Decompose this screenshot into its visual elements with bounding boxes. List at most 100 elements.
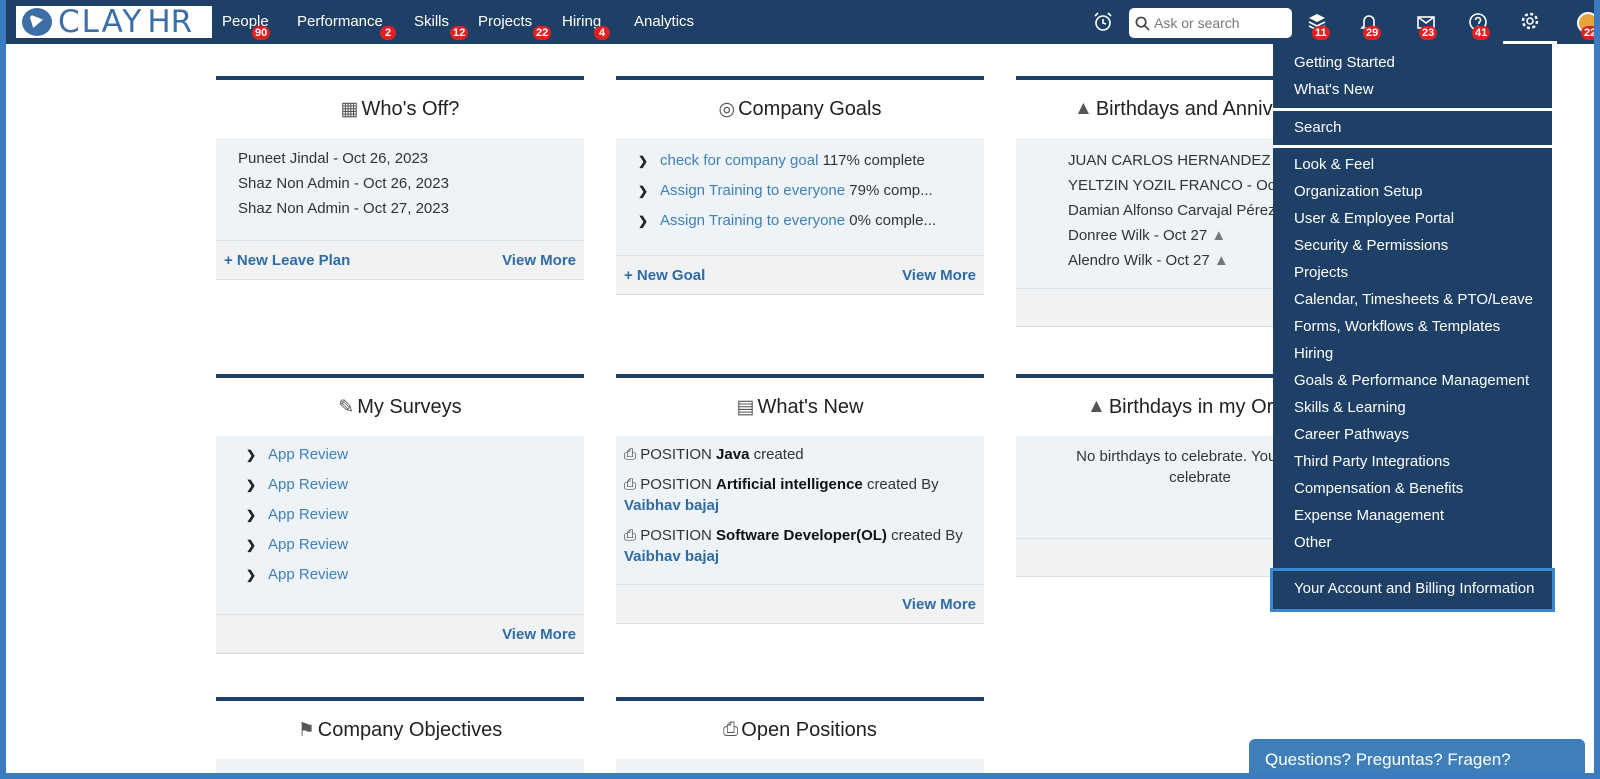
nav-performance-badge: 2 — [380, 26, 396, 40]
learning-badge: 11 — [1312, 26, 1330, 40]
company-objectives-title: ⚑ Company Objectives — [216, 701, 584, 759]
new-leave-plan-link[interactable]: + New Leave Plan — [224, 252, 350, 269]
clipboard-icon: ⎙ — [624, 527, 637, 544]
whos-off-item: Shaz Non Admin - Oct 27, 2023 — [238, 200, 449, 217]
menu-item-organization-setup[interactable]: Organization Setup — [1294, 183, 1422, 200]
cake-icon: ▲ — [1211, 227, 1227, 244]
open-positions-title-text: Open Positions — [741, 718, 877, 741]
avatar-badge: 22 — [1581, 26, 1600, 40]
clayhr-logo[interactable]: CLAY HR — [16, 4, 212, 40]
alarm-clock-icon[interactable] — [1091, 11, 1115, 35]
search-input[interactable] — [1154, 15, 1284, 31]
survey-item[interactable]: ❯ App Review — [238, 500, 562, 530]
company-objectives-card: ⚑ Company Objectives — [216, 697, 584, 779]
clipboard-icon: ⎙ — [624, 476, 637, 493]
nav-analytics[interactable]: Analytics — [634, 13, 694, 30]
survey-item[interactable]: ❯ App Review — [238, 440, 562, 470]
menu-item-career-pathways[interactable]: Career Pathways — [1294, 426, 1409, 443]
target-icon: ◎ — [718, 98, 736, 120]
search-icon — [1135, 16, 1150, 31]
cake-icon: ▲ — [1213, 252, 1229, 269]
whos-off-item: Shaz Non Admin - Oct 26, 2023 — [238, 175, 449, 192]
view-more-link[interactable]: View More — [502, 626, 576, 643]
menu-item-security-permissions[interactable]: Security & Permissions — [1294, 237, 1448, 254]
whats-new-item: ⎙ POSITION Software Developer(OL) create… — [624, 527, 963, 565]
nav-hiring-badge: 4 — [594, 26, 610, 40]
clipboard-icon: ⎙ — [723, 719, 739, 740]
whats-new-title-text: What's New — [757, 395, 864, 418]
whats-new-title: ▤ What's New — [616, 378, 984, 436]
cake-icon: ▲ — [1074, 98, 1093, 119]
chevron-right-icon: ❯ — [246, 448, 257, 462]
my-surveys-title-text: My Surveys — [357, 395, 462, 418]
open-positions-title: ⎙ Open Positions — [616, 701, 984, 759]
menu-item-calendar-timesheets[interactable]: Calendar, Timesheets & PTO/Leave — [1294, 291, 1533, 308]
menu-divider — [1273, 108, 1552, 111]
survey-item[interactable]: ❯ App Review — [238, 530, 562, 560]
menu-item-look-feel[interactable]: Look & Feel — [1294, 156, 1374, 173]
view-more-link[interactable]: View More — [502, 252, 576, 269]
menu-divider — [1273, 145, 1552, 148]
help-chat-bar[interactable]: Questions? Preguntas? Fragen? — [1249, 739, 1585, 779]
goal-item[interactable]: ❯ check for company goal 117% complete — [638, 146, 962, 176]
calendar-icon: ▦ — [340, 98, 359, 120]
company-goals-title-text: Company Goals — [738, 97, 882, 120]
survey-item[interactable]: ❯ App Review — [238, 560, 562, 590]
birthdays-org-title-text: Birthdays in my Org — [1108, 395, 1285, 418]
search-box[interactable] — [1129, 8, 1292, 38]
whos-off-card: ▦ Who's Off? Puneet Jindal - Oct 26, 202… — [216, 76, 584, 279]
settings-tab[interactable] — [1503, 0, 1557, 44]
chevron-right-icon: ❯ — [638, 154, 649, 168]
whos-off-title: ▦ Who's Off? — [216, 80, 584, 138]
whos-off-title-text: Who's Off? — [361, 97, 460, 120]
birthdays-title-text: Birthdays and Anniver — [1095, 97, 1291, 120]
menu-item-third-party-integrations[interactable]: Third Party Integrations — [1294, 453, 1450, 470]
gear-icon — [1518, 10, 1542, 34]
newspaper-icon: ▤ — [736, 396, 755, 418]
company-goals-card: ◎ Company Goals ❯ check for company goal … — [616, 76, 984, 294]
chevron-right-icon: ❯ — [246, 568, 257, 582]
menu-item-getting-started[interactable]: Getting Started — [1294, 54, 1395, 71]
logo-suffix: HR — [147, 4, 193, 40]
view-more-link[interactable]: View More — [902, 596, 976, 613]
new-goal-link[interactable]: + New Goal — [624, 267, 705, 284]
nav-performance[interactable]: Performance — [297, 13, 383, 30]
whos-off-item: Puneet Jindal - Oct 26, 2023 — [238, 150, 429, 167]
whats-new-card: ▤ What's New ⎙ POSITION Java created ⎙ P… — [616, 374, 984, 623]
menu-item-user-employee-portal[interactable]: User & Employee Portal — [1294, 210, 1454, 227]
goal-item[interactable]: ❯ Assign Training to everyone 0% comple..… — [638, 206, 962, 236]
goal-item[interactable]: ❯ Assign Training to everyone 79% comp... — [638, 176, 962, 206]
menu-item-forms-workflows[interactable]: Forms, Workflows & Templates — [1294, 318, 1500, 335]
whats-new-item: ⎙ POSITION Java created — [624, 446, 804, 463]
chevron-right-icon: ❯ — [638, 184, 649, 198]
menu-item-account-billing-label: Your Account and Billing Information — [1294, 580, 1535, 597]
chevron-right-icon: ❯ — [246, 538, 257, 552]
my-surveys-title: ✎ My Surveys — [216, 378, 584, 436]
menu-item-other[interactable]: Other — [1294, 534, 1332, 551]
menu-item-projects[interactable]: Projects — [1294, 264, 1348, 281]
chevron-right-icon: ❯ — [246, 478, 257, 492]
menu-item-skills-learning[interactable]: Skills & Learning — [1294, 399, 1406, 416]
view-more-link[interactable]: View More — [902, 267, 976, 284]
user-link[interactable]: Vaibhav bajaj — [624, 497, 719, 514]
menu-item-hiring[interactable]: Hiring — [1294, 345, 1333, 362]
nav-projects[interactable]: Projects — [478, 13, 532, 30]
cake-icon: ▲ — [1087, 396, 1106, 417]
messages-badge: 23 — [1419, 26, 1438, 40]
user-link[interactable]: Vaibhav bajaj — [624, 548, 719, 565]
flag-icon: ⚑ — [297, 719, 315, 741]
notifications-badge: 29 — [1363, 26, 1382, 40]
menu-item-search[interactable]: Search — [1294, 119, 1342, 136]
menu-item-goals-performance[interactable]: Goals & Performance Management — [1294, 372, 1529, 389]
menu-item-compensation-benefits[interactable]: Compensation & Benefits — [1294, 480, 1463, 497]
menu-item-account-billing[interactable]: Your Account and Billing Information — [1270, 568, 1555, 612]
nav-skills-badge: 12 — [450, 26, 469, 40]
help-badge: 41 — [1472, 26, 1491, 40]
company-objectives-title-text: Company Objectives — [317, 718, 503, 741]
survey-item[interactable]: ❯ App Review — [238, 470, 562, 500]
top-navigation: CLAY HR People 90 Performance 2 Skills 1… — [0, 0, 1600, 44]
menu-item-whats-new[interactable]: What's New — [1294, 81, 1374, 98]
nav-skills[interactable]: Skills — [414, 13, 449, 30]
logo-brand: CLAY — [58, 4, 144, 40]
menu-item-expense-management[interactable]: Expense Management — [1294, 507, 1444, 524]
